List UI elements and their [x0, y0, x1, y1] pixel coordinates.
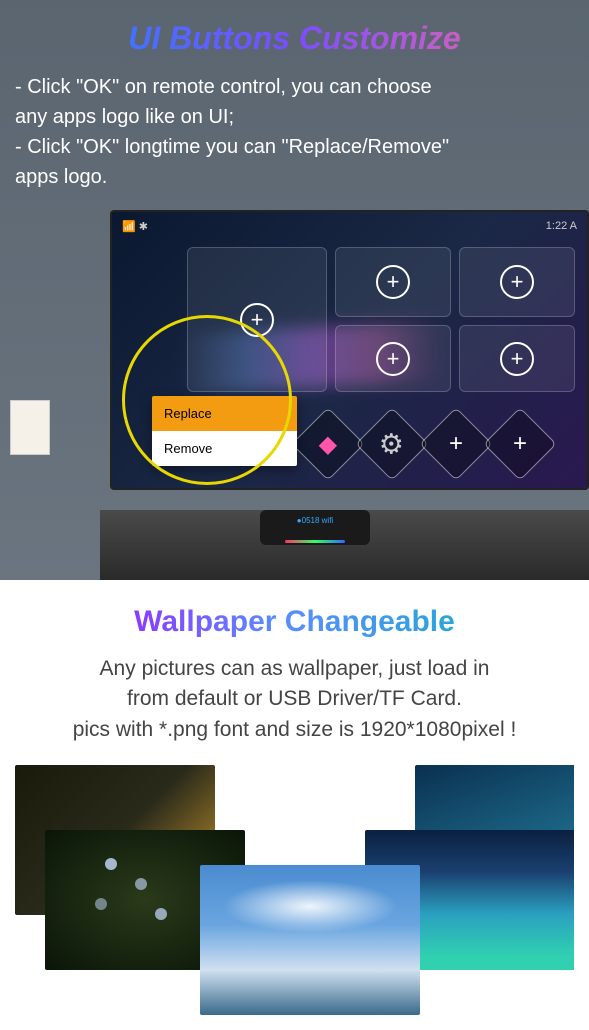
tv-bottom-row: ◆ ⚙ + + — [302, 418, 546, 470]
wall-art-decoration — [10, 400, 50, 455]
gear-icon: ⚙ — [379, 427, 404, 460]
instruction-line: - Click "OK" longtime you can "Replace/R… — [15, 132, 574, 162]
title-word-1: Wallpaper — [134, 605, 276, 638]
add-icon: + — [376, 342, 410, 376]
context-menu: Replace Remove — [152, 396, 297, 466]
tv-clock: 1:22 A — [546, 220, 577, 240]
add-icon: + — [500, 342, 534, 376]
section1-title: UI Buttons Customize — [15, 20, 574, 57]
wallpaper-thumb-sky-island — [200, 865, 420, 1015]
tv-tile-grid: + + + + + — [187, 247, 577, 392]
tv-box-led — [285, 540, 345, 543]
wallpaper-section: Wallpaper Changeable Any pictures can as… — [0, 580, 589, 1030]
app-tile[interactable]: + — [459, 325, 575, 392]
wallpaper-gallery — [15, 765, 574, 1020]
tv-screen: 📶 ✱ 1:22 A + + + + + ◆ — [110, 210, 589, 490]
add-icon: + — [500, 265, 534, 299]
instruction-line: apps logo. — [15, 162, 574, 192]
add-icon: + — [376, 265, 410, 299]
settings-tile[interactable]: ⚙ — [355, 407, 429, 481]
bottom-add-tile[interactable]: + — [483, 407, 557, 481]
bottom-add-tile[interactable]: + — [419, 407, 493, 481]
color-tile-icon: ◆ — [319, 430, 337, 459]
bottom-app-tile[interactable]: ◆ — [291, 407, 365, 481]
tv-statusbar: 📶 ✱ 1:22 A — [122, 220, 577, 240]
app-tile[interactable]: + — [459, 247, 575, 317]
plus-icon: + — [513, 430, 527, 458]
ui-buttons-section: UI Buttons Customize - Click "OK" on rem… — [0, 0, 589, 580]
instruction-line: - Click "OK" on remote control, you can … — [15, 72, 574, 102]
section2-title: Wallpaper Changeable — [15, 605, 574, 639]
add-icon: + — [240, 303, 274, 337]
menu-item-replace[interactable]: Replace — [152, 396, 297, 431]
wifi-bluetooth-icons: 📶 ✱ — [122, 220, 148, 240]
title-word-2: Changeable — [285, 605, 455, 638]
tv-box-display: ●0518 wifi — [297, 516, 333, 525]
instruction-text: - Click "OK" on remote control, you can … — [15, 72, 574, 192]
desc-line: Any pictures can as wallpaper, just load… — [15, 654, 574, 684]
app-tile[interactable]: + — [335, 247, 451, 317]
desc-line: pics with *.png font and size is 1920*10… — [15, 715, 574, 745]
menu-item-remove[interactable]: Remove — [152, 431, 297, 466]
app-tile-large[interactable]: + — [187, 247, 327, 392]
plus-icon: + — [449, 430, 463, 458]
instruction-line: any apps logo like on UI; — [15, 102, 574, 132]
app-tile[interactable]: + — [335, 325, 451, 392]
android-tv-box: ●0518 wifi — [260, 510, 370, 545]
section2-description: Any pictures can as wallpaper, just load… — [15, 654, 574, 745]
desc-line: from default or USB Driver/TF Card. — [15, 684, 574, 714]
